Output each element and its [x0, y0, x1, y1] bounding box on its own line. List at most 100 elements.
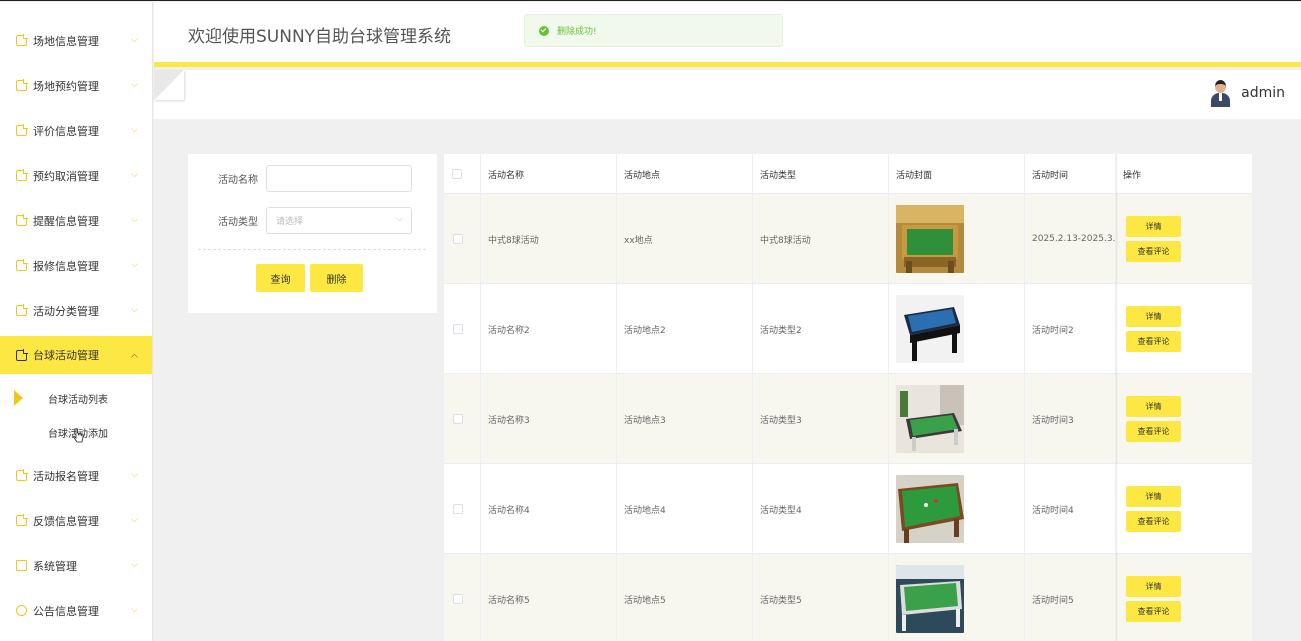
col-header: 活动类型	[753, 154, 889, 194]
cell-location: 活动地点2	[617, 284, 753, 374]
sidebar-item-booking-cancel[interactable]: 预约取消管理 ⌵	[0, 153, 152, 198]
sidebar-item-reviews[interactable]: 评价信息管理 ⌵	[0, 108, 152, 153]
chevron-down-icon: ⌵	[131, 559, 138, 570]
cell-actions: 详情 查看评论	[1116, 284, 1252, 374]
fixed-column-shadow	[1116, 154, 1118, 641]
row-select-cell	[444, 374, 481, 464]
top-header: 欢迎使用SUNNY自助台球管理系统 删除成功!	[154, 2, 1301, 67]
sidebar-item-reminders[interactable]: 提醒信息管理 ⌵	[0, 198, 152, 243]
select-all-cell	[444, 154, 481, 194]
chevron-down-icon: ⌵	[131, 304, 138, 315]
cell-time: 活动时间3	[1025, 374, 1116, 464]
query-button[interactable]: 查询	[256, 264, 305, 292]
sidebar-item-announcements[interactable]: 公告信息管理 ⌵	[0, 588, 152, 633]
view-comments-button[interactable]: 查看评论	[1126, 421, 1181, 442]
detail-button[interactable]: 详情	[1126, 306, 1181, 327]
cover-image[interactable]	[896, 295, 964, 363]
selected-arrow-icon	[14, 390, 23, 406]
view-comments-button[interactable]: 查看评论	[1126, 511, 1181, 532]
chevron-down-icon: ⌵	[131, 604, 138, 615]
row-checkbox[interactable]	[453, 234, 463, 244]
activity-type-select[interactable]: 请选择 ⌵	[266, 206, 412, 234]
folder-icon	[16, 304, 28, 316]
submenu-item-activity-list[interactable]: 台球活动列表	[0, 381, 152, 415]
row-select-cell	[444, 284, 481, 374]
check-circle-icon	[539, 25, 549, 36]
detail-button[interactable]: 详情	[1126, 576, 1181, 597]
view-comments-button[interactable]: 查看评论	[1126, 601, 1181, 622]
sidebar-item-label: 公告信息管理	[33, 604, 99, 618]
page-title: 欢迎使用SUNNY自助台球管理系统	[188, 27, 452, 47]
cover-image[interactable]	[896, 475, 964, 543]
user-menu[interactable]: admin	[1209, 79, 1285, 107]
activity-name-row: 活动名称	[188, 164, 437, 192]
detail-button[interactable]: 详情	[1126, 486, 1181, 507]
cell-type: 中式8球活动	[753, 194, 889, 284]
folder-icon	[16, 348, 28, 361]
cell-time: 活动时间4	[1025, 464, 1116, 554]
cover-image[interactable]	[896, 565, 964, 633]
info-icon	[16, 605, 27, 616]
row-checkbox[interactable]	[453, 324, 463, 334]
row-select-cell	[444, 464, 481, 554]
row-checkbox[interactable]	[453, 504, 463, 514]
folder-icon	[16, 214, 28, 226]
chevron-down-icon: ⌵	[131, 79, 138, 90]
chevron-up-icon: ⌵	[131, 351, 138, 361]
sidebar-item-venue-info[interactable]: 场地信息管理 ⌵	[0, 18, 152, 63]
folder-icon	[16, 124, 28, 136]
activity-name-input[interactable]	[266, 164, 412, 192]
cell-actions: 详情 查看评论	[1116, 194, 1252, 284]
view-comments-button[interactable]: 查看评论	[1126, 331, 1181, 352]
sidebar-item-label: 活动分类管理	[33, 304, 99, 318]
cell-cover	[889, 194, 1025, 284]
mouse-cursor-icon	[73, 428, 84, 443]
cover-image[interactable]	[896, 385, 964, 453]
cell-type: 活动类型4	[753, 464, 889, 554]
chevron-down-icon: ⌵	[131, 514, 138, 525]
cell-cover	[889, 374, 1025, 464]
folder-icon	[16, 79, 28, 91]
chevron-down-icon: ⌵	[131, 124, 138, 135]
cover-image[interactable]	[896, 205, 964, 273]
delete-button[interactable]: 删除	[310, 264, 363, 292]
activity-type-label: 活动类型	[218, 216, 258, 228]
cell-location: 活动地点5	[617, 554, 753, 641]
table-row: 中式8球活动 xx地点 中式8球活动 2025.2.13-2025.3.13 详…	[444, 194, 1252, 284]
search-panel: 活动名称 活动类型 请选择 ⌵ 查询 删除	[188, 154, 437, 313]
sidebar-item-feedback[interactable]: 反馈信息管理 ⌵	[0, 498, 152, 543]
view-comments-button[interactable]: 查看评论	[1126, 241, 1181, 262]
cell-time: 活动时间2	[1025, 284, 1116, 374]
detail-button[interactable]: 详情	[1126, 216, 1181, 237]
sidebar: 场地信息管理 ⌵ 场地预约管理 ⌵ 评价信息管理 ⌵ 预约取消管理 ⌵ 提醒信息…	[0, 2, 153, 641]
sidebar-item-label: 台球活动管理	[33, 349, 99, 362]
sidebar-item-billiard-activity[interactable]: 台球活动管理 ⌵	[0, 336, 152, 374]
detail-button[interactable]: 详情	[1126, 396, 1181, 417]
chevron-down-icon: ⌵	[131, 34, 138, 45]
activity-name-label: 活动名称	[218, 174, 258, 186]
cell-cover	[889, 464, 1025, 554]
sidebar-item-activity-category[interactable]: 活动分类管理 ⌵	[0, 288, 152, 333]
sidebar-item-label: 场地信息管理	[33, 34, 99, 48]
sidebar-item-system[interactable]: 系统管理 ⌵	[0, 543, 152, 588]
sidebar-item-venue-booking[interactable]: 场地预约管理 ⌵	[0, 63, 152, 108]
sidebar-item-label: 活动报名管理	[33, 469, 99, 483]
folder-icon	[16, 169, 28, 181]
col-header: 活动时间	[1025, 154, 1116, 194]
cell-location: 活动地点3	[617, 374, 753, 464]
sidebar-item-activity-signup[interactable]: 活动报名管理 ⌵	[0, 453, 152, 498]
sidebar-item-repairs[interactable]: 报修信息管理 ⌵	[0, 243, 152, 288]
row-checkbox[interactable]	[453, 414, 463, 424]
sidebar-item-label: 场地预约管理	[33, 79, 99, 93]
username: admin	[1241, 85, 1285, 101]
select-all-checkbox[interactable]	[452, 169, 462, 179]
table-header: 活动名称 活动地点 活动类型 活动封面 活动时间 操作	[444, 154, 1252, 194]
sidebar-item-label: 报修信息管理	[33, 259, 99, 273]
chevron-down-icon: ⌵	[131, 259, 138, 270]
folder-icon	[16, 514, 28, 526]
col-header: 活动名称	[481, 154, 617, 194]
collapse-toggle-icon[interactable]	[154, 70, 184, 100]
row-checkbox[interactable]	[453, 594, 463, 604]
cell-time: 活动时间5	[1025, 554, 1116, 641]
activity-table: 活动名称 活动地点 活动类型 活动封面 活动时间 操作 中式8球活动 xx地点 …	[444, 154, 1252, 641]
